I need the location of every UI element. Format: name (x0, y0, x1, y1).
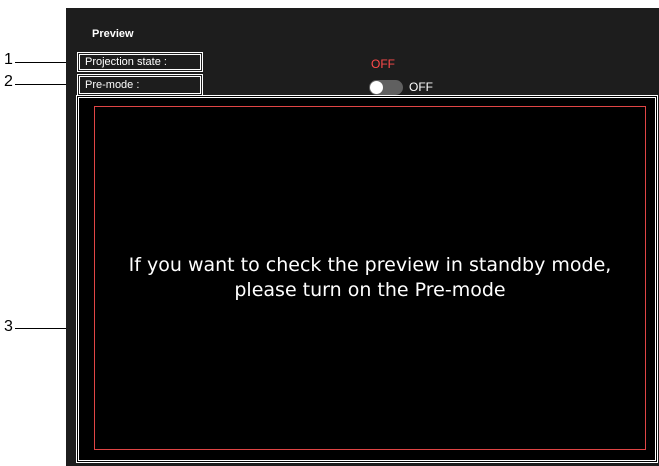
projection-state-label: Projection state : (85, 56, 167, 68)
premode-toggle-text: OFF (409, 80, 433, 94)
premode-toggle[interactable] (369, 80, 403, 95)
preview-area: If you want to check the preview in stan… (76, 95, 658, 463)
callout-1: 1 (4, 51, 13, 68)
panel-title: Preview (92, 28, 134, 40)
callout-2: 2 (4, 73, 13, 90)
callout-3: 3 (4, 318, 13, 335)
premode-label: Pre-mode : (85, 79, 140, 91)
preview-message: If you want to check the preview in stan… (129, 253, 612, 303)
projection-state-value: OFF (371, 57, 395, 71)
premode-toggle-knob (370, 81, 383, 94)
preview-message-line1: If you want to check the preview in stan… (128, 254, 612, 276)
preview-frame: If you want to check the preview in stan… (94, 106, 646, 450)
preview-message-line2: please turn on the Pre-mode (234, 279, 506, 301)
